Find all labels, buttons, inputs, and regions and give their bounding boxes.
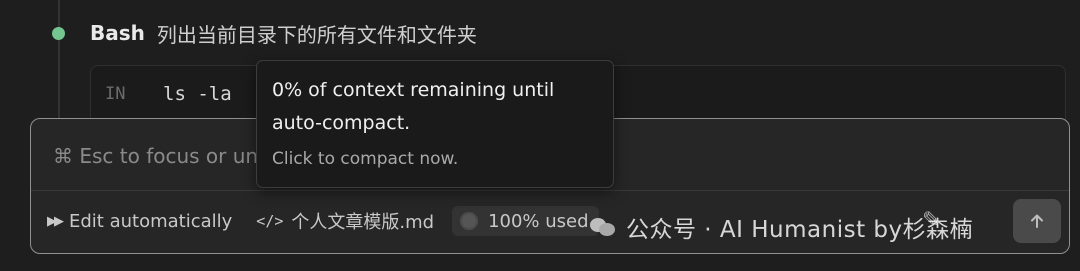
current-file-label: 个人文章模版.md <box>291 212 435 233</box>
fast-forward-icon: ▶▶ <box>47 213 64 229</box>
timeline-line <box>58 0 60 118</box>
tooltip-line-1: 0% of context remaining until <box>272 79 555 101</box>
compact-now-link[interactable]: Click to compact now. <box>272 149 458 169</box>
code-input-label: IN <box>105 84 126 104</box>
current-file-chip[interactable]: </> 个人文章模版.md <box>256 208 434 234</box>
context-tooltip: 0% of context remaining until auto-compa… <box>256 60 614 188</box>
step-header: Bash 列出当前目录下的所有文件和文件夹 <box>90 20 477 47</box>
tooltip-line-2: auto-compact. <box>272 112 411 134</box>
watermark: 公众号 · AI Humanist by杉森楠 <box>590 210 973 244</box>
context-ring-icon <box>460 212 479 230</box>
wechat-logo-icon <box>590 216 616 238</box>
arrow-up-icon <box>1031 214 1043 228</box>
tool-name: Bash <box>90 21 145 45</box>
code-brackets-icon: </> <box>256 212 284 230</box>
composer-divider <box>31 190 1069 191</box>
edit-mode-button[interactable]: ▶▶ Edit automatically <box>47 211 232 232</box>
code-command: ls -la <box>163 83 232 105</box>
watermark-text: 公众号 · AI Humanist by杉森楠 <box>626 217 974 243</box>
edit-mode-label: Edit automatically <box>69 210 233 232</box>
send-button[interactable] <box>1013 199 1061 243</box>
composer-toolbar: ▶▶ Edit automatically </> 个人文章模版.md 100%… <box>47 205 599 237</box>
context-usage-label: 100% used <box>488 210 589 232</box>
context-usage-indicator[interactable]: 100% used <box>452 206 599 236</box>
tool-description: 列出当前目录下的所有文件和文件夹 <box>156 22 477 47</box>
status-dot <box>52 27 65 40</box>
